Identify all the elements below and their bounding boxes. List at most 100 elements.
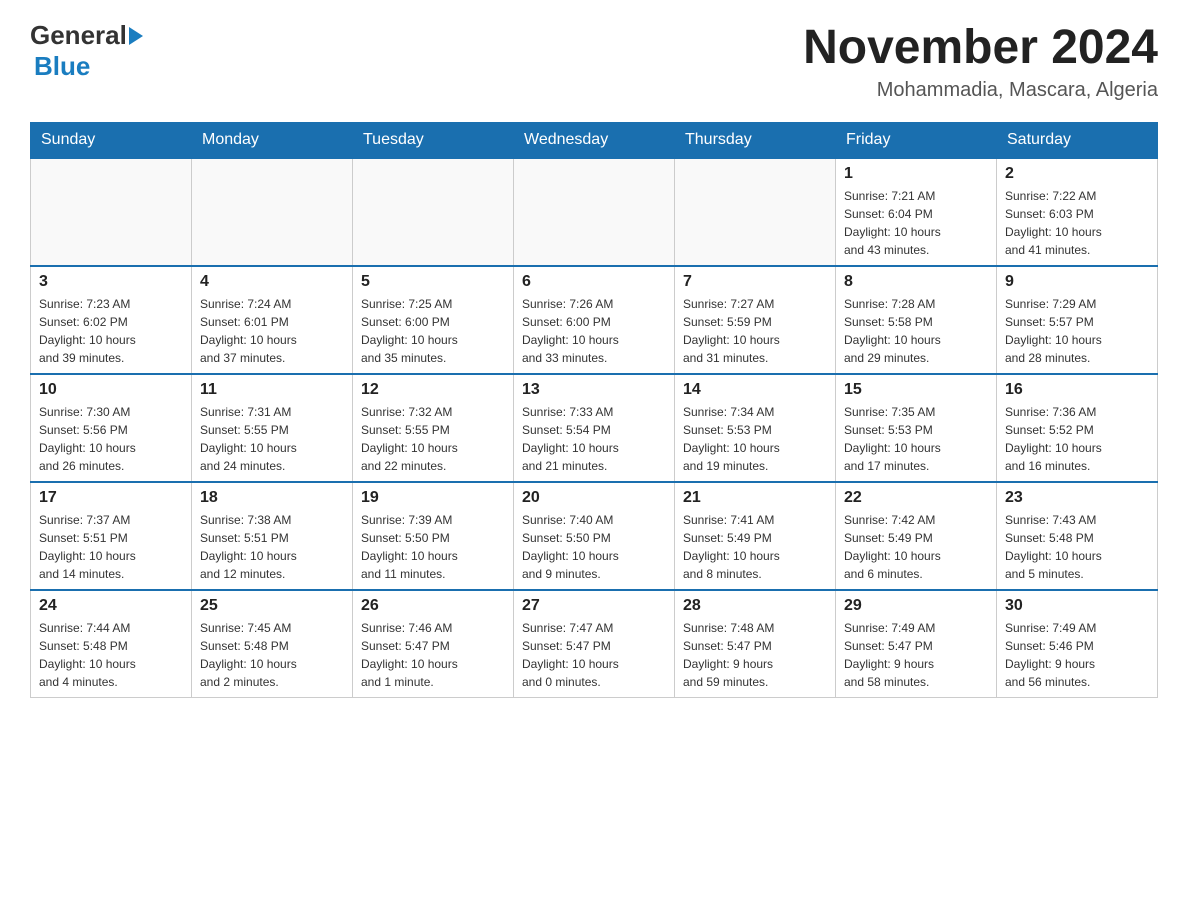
week-row-5: 24Sunrise: 7:44 AM Sunset: 5:48 PM Dayli… xyxy=(31,590,1158,698)
day-number: 18 xyxy=(200,489,344,507)
day-info: Sunrise: 7:22 AM Sunset: 6:03 PM Dayligh… xyxy=(1005,187,1149,259)
calendar-cell: 19 Sunrise: 7:39 AM Sunset: 5:50 PM Dayli… xyxy=(353,482,514,590)
day-number: 2 xyxy=(1005,165,1149,183)
day-header-saturday: Saturday xyxy=(997,123,1158,159)
day-number: 22 xyxy=(844,489,988,507)
calendar-cell xyxy=(675,158,836,266)
day-info: Sunrise: 7:36 AM Sunset: 5:52 PM Dayligh… xyxy=(1005,403,1149,475)
day-number: 25 xyxy=(200,597,344,615)
calendar-cell: 3 Sunrise: 7:23 AM Sunset: 6:02 PM Daylig… xyxy=(31,266,192,374)
week-row-1: 1Sunrise: 7:21 AM Sunset: 6:04 PM Daylig… xyxy=(31,158,1158,266)
calendar-cell xyxy=(31,158,192,266)
day-info: Sunrise: 7:45 AM Sunset: 5:48 PM Dayligh… xyxy=(200,619,344,691)
calendar-cell: 25 Sunrise: 7:45 AM Sunset: 5:48 PM Dayli… xyxy=(192,590,353,698)
day-info: Sunrise: 7:32 AM Sunset: 5:55 PM Dayligh… xyxy=(361,403,505,475)
calendar-cell: 26 Sunrise: 7:46 AM Sunset: 5:47 PM Dayli… xyxy=(353,590,514,698)
calendar-cell: 20 Sunrise: 7:40 AM Sunset: 5:50 PM Dayli… xyxy=(514,482,675,590)
day-number: 21 xyxy=(683,489,827,507)
day-info: Sunrise: 7:34 AM Sunset: 5:53 PM Dayligh… xyxy=(683,403,827,475)
day-info: Sunrise: 7:38 AM Sunset: 5:51 PM Dayligh… xyxy=(200,511,344,583)
day-number: 27 xyxy=(522,597,666,615)
day-info: Sunrise: 7:27 AM Sunset: 5:59 PM Dayligh… xyxy=(683,295,827,367)
week-row-3: 10 Sunrise: 7:30 AM Sunset: 5:56 PM Dayli… xyxy=(31,374,1158,482)
day-info: Sunrise: 7:39 AM Sunset: 5:50 PM Dayligh… xyxy=(361,511,505,583)
day-number: 15 xyxy=(844,381,988,399)
location: Mohammadia, Mascara, Algeria xyxy=(803,79,1158,102)
calendar-cell: 4 Sunrise: 7:24 AM Sunset: 6:01 PM Daylig… xyxy=(192,266,353,374)
calendar-cell: 6Sunrise: 7:26 AM Sunset: 6:00 PM Daylig… xyxy=(514,266,675,374)
calendar-cell: 11 Sunrise: 7:31 AM Sunset: 5:55 PM Dayli… xyxy=(192,374,353,482)
calendar-cell: 17Sunrise: 7:37 AM Sunset: 5:51 PM Dayli… xyxy=(31,482,192,590)
page-header: General Blue November 2024 Mohammadia, M… xyxy=(30,20,1158,102)
calendar-cell xyxy=(192,158,353,266)
title-section: November 2024 Mohammadia, Mascara, Alger… xyxy=(803,20,1158,102)
day-info: Sunrise: 7:49 AM Sunset: 5:47 PM Dayligh… xyxy=(844,619,988,691)
day-number: 12 xyxy=(361,381,505,399)
day-header-tuesday: Tuesday xyxy=(353,123,514,159)
day-number: 26 xyxy=(361,597,505,615)
day-info: Sunrise: 7:29 AM Sunset: 5:57 PM Dayligh… xyxy=(1005,295,1149,367)
day-number: 17 xyxy=(39,489,183,507)
day-number: 11 xyxy=(200,381,344,399)
calendar-cell: 30 Sunrise: 7:49 AM Sunset: 5:46 PM Dayli… xyxy=(997,590,1158,698)
calendar-cell: 28Sunrise: 7:48 AM Sunset: 5:47 PM Dayli… xyxy=(675,590,836,698)
day-info: Sunrise: 7:23 AM Sunset: 6:02 PM Dayligh… xyxy=(39,295,183,367)
calendar-cell: 1Sunrise: 7:21 AM Sunset: 6:04 PM Daylig… xyxy=(836,158,997,266)
day-info: Sunrise: 7:33 AM Sunset: 5:54 PM Dayligh… xyxy=(522,403,666,475)
logo-general: General xyxy=(30,20,143,51)
day-info: Sunrise: 7:30 AM Sunset: 5:56 PM Dayligh… xyxy=(39,403,183,475)
calendar-cell: 21 Sunrise: 7:41 AM Sunset: 5:49 PM Dayli… xyxy=(675,482,836,590)
calendar-cell: 16 Sunrise: 7:36 AM Sunset: 5:52 PM Dayli… xyxy=(997,374,1158,482)
day-number: 6 xyxy=(522,273,666,291)
day-number: 9 xyxy=(1005,273,1149,291)
week-row-4: 17Sunrise: 7:37 AM Sunset: 5:51 PM Dayli… xyxy=(31,482,1158,590)
calendar-cell: 8Sunrise: 7:28 AM Sunset: 5:58 PM Daylig… xyxy=(836,266,997,374)
day-number: 19 xyxy=(361,489,505,507)
day-header-monday: Monday xyxy=(192,123,353,159)
day-info: Sunrise: 7:47 AM Sunset: 5:47 PM Dayligh… xyxy=(522,619,666,691)
day-number: 13 xyxy=(522,381,666,399)
calendar-cell xyxy=(353,158,514,266)
logo-chevron-icon xyxy=(129,27,143,45)
day-number: 24 xyxy=(39,597,183,615)
day-number: 4 xyxy=(200,273,344,291)
day-info: Sunrise: 7:40 AM Sunset: 5:50 PM Dayligh… xyxy=(522,511,666,583)
calendar-header-row: SundayMondayTuesdayWednesdayThursdayFrid… xyxy=(31,123,1158,159)
day-info: Sunrise: 7:41 AM Sunset: 5:49 PM Dayligh… xyxy=(683,511,827,583)
calendar-cell: 29 Sunrise: 7:49 AM Sunset: 5:47 PM Dayli… xyxy=(836,590,997,698)
day-info: Sunrise: 7:21 AM Sunset: 6:04 PM Dayligh… xyxy=(844,187,988,259)
month-title: November 2024 xyxy=(803,20,1158,75)
day-info: Sunrise: 7:43 AM Sunset: 5:48 PM Dayligh… xyxy=(1005,511,1149,583)
day-number: 5 xyxy=(361,273,505,291)
day-number: 10 xyxy=(39,381,183,399)
calendar-cell: 14 Sunrise: 7:34 AM Sunset: 5:53 PM Dayli… xyxy=(675,374,836,482)
day-info: Sunrise: 7:24 AM Sunset: 6:01 PM Dayligh… xyxy=(200,295,344,367)
day-number: 3 xyxy=(39,273,183,291)
day-number: 29 xyxy=(844,597,988,615)
day-number: 23 xyxy=(1005,489,1149,507)
calendar-table: SundayMondayTuesdayWednesdayThursdayFrid… xyxy=(30,122,1158,698)
calendar-cell: 22 Sunrise: 7:42 AM Sunset: 5:49 PM Dayli… xyxy=(836,482,997,590)
calendar-cell: 9 Sunrise: 7:29 AM Sunset: 5:57 PM Daylig… xyxy=(997,266,1158,374)
day-number: 14 xyxy=(683,381,827,399)
day-number: 28 xyxy=(683,597,827,615)
day-number: 8 xyxy=(844,273,988,291)
calendar-cell: 23 Sunrise: 7:43 AM Sunset: 5:48 PM Dayli… xyxy=(997,482,1158,590)
calendar-cell: 2 Sunrise: 7:22 AM Sunset: 6:03 PM Daylig… xyxy=(997,158,1158,266)
day-info: Sunrise: 7:46 AM Sunset: 5:47 PM Dayligh… xyxy=(361,619,505,691)
day-header-thursday: Thursday xyxy=(675,123,836,159)
logo-blue: Blue xyxy=(30,51,90,82)
day-number: 16 xyxy=(1005,381,1149,399)
day-number: 7 xyxy=(683,273,827,291)
day-info: Sunrise: 7:42 AM Sunset: 5:49 PM Dayligh… xyxy=(844,511,988,583)
calendar-cell: 18 Sunrise: 7:38 AM Sunset: 5:51 PM Dayli… xyxy=(192,482,353,590)
calendar-cell: 27 Sunrise: 7:47 AM Sunset: 5:47 PM Dayli… xyxy=(514,590,675,698)
day-header-sunday: Sunday xyxy=(31,123,192,159)
calendar-cell: 24Sunrise: 7:44 AM Sunset: 5:48 PM Dayli… xyxy=(31,590,192,698)
day-info: Sunrise: 7:49 AM Sunset: 5:46 PM Dayligh… xyxy=(1005,619,1149,691)
day-info: Sunrise: 7:31 AM Sunset: 5:55 PM Dayligh… xyxy=(200,403,344,475)
day-info: Sunrise: 7:25 AM Sunset: 6:00 PM Dayligh… xyxy=(361,295,505,367)
day-header-wednesday: Wednesday xyxy=(514,123,675,159)
day-number: 30 xyxy=(1005,597,1149,615)
day-number: 20 xyxy=(522,489,666,507)
